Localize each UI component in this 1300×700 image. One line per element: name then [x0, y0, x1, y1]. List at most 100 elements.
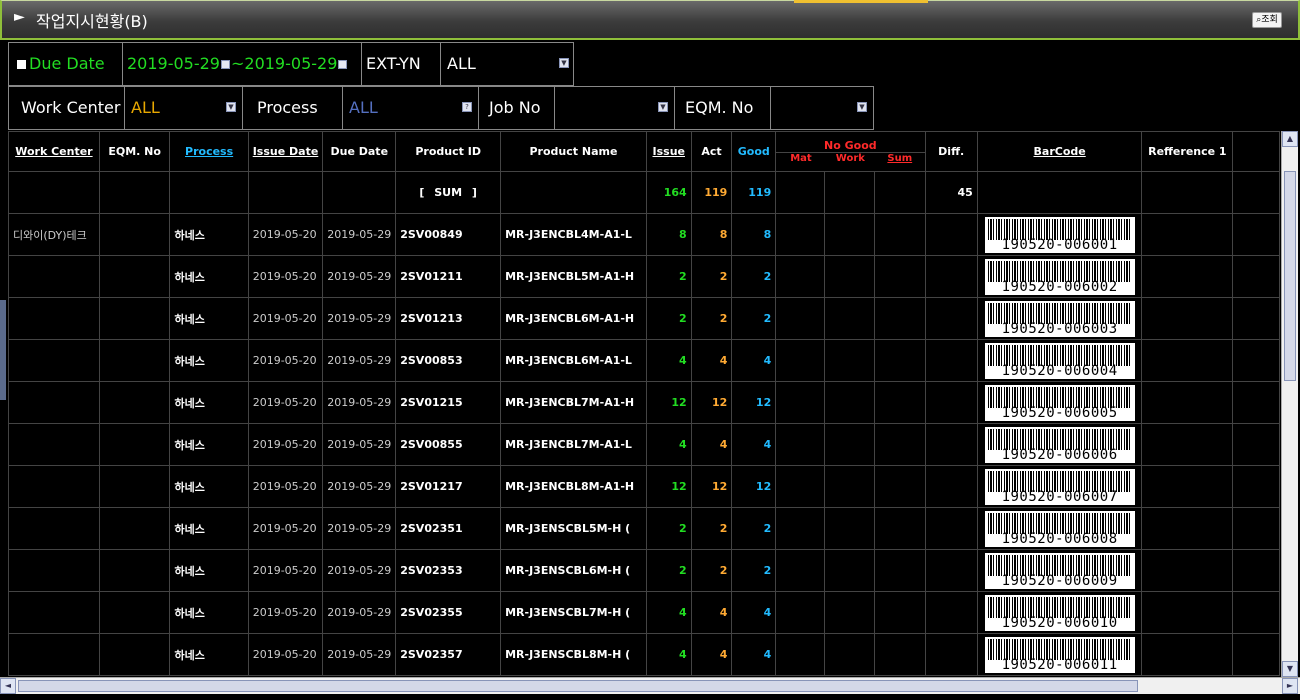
issue-cell: 4 — [645, 633, 692, 676]
due-date-cell: 2019-05-29 — [322, 255, 397, 298]
col-issue-date[interactable]: Issue Date — [247, 131, 324, 172]
table-row[interactable]: 하네스 2019-05-20 2019-05-29 2SV01215 MR-J3ENCB… — [8, 381, 1280, 424]
table-row[interactable]: 하네스 2019-05-20 2019-05-29 2SV01211 MR-J3ENCB… — [8, 255, 1280, 298]
chevron-down-icon[interactable]: ▼ — [857, 102, 867, 112]
issue-cell: 4 — [645, 591, 692, 634]
no-good-sum-cell — [874, 339, 926, 382]
date-to-input[interactable]: 2019-05-29 — [244, 54, 337, 73]
work-center-cell — [8, 465, 100, 508]
date-from-input[interactable]: 2019-05-29 — [127, 54, 220, 73]
reference-cell — [1141, 507, 1234, 550]
barcode-cell: 190520-006005 — [976, 381, 1143, 424]
help-icon[interactable]: ? — [462, 102, 472, 112]
process-select[interactable]: ALL ? — [343, 87, 479, 129]
table-row[interactable]: 하네스 2019-05-20 2019-05-29 2SV01217 MR-J3ENCB… — [8, 465, 1280, 508]
horizontal-scroll-thumb[interactable] — [18, 680, 1138, 692]
eqm-cell — [98, 591, 171, 634]
eqm-cell — [98, 381, 171, 424]
work-center-cell — [8, 339, 100, 382]
filler-cell — [1232, 381, 1280, 424]
job-no-select[interactable]: ▼ — [555, 87, 675, 129]
product-id-cell: 2SV02351 — [395, 507, 502, 550]
vertical-scroll-thumb[interactable] — [1284, 171, 1296, 381]
eqm-no-select[interactable]: ▼ — [771, 87, 873, 129]
good-cell: 8 — [731, 213, 777, 256]
sum-act: 119 — [690, 171, 733, 214]
calendar-icon[interactable] — [220, 60, 230, 69]
eqm-no-label: EQM. No — [675, 87, 771, 129]
product-id-cell: 2SV02357 — [395, 633, 502, 676]
process-cell: 하네스 — [169, 591, 249, 634]
process-cell: 하네스 — [169, 465, 249, 508]
product-name-cell: MR-J3ENSCBL6M-H ( — [500, 549, 647, 592]
table-row[interactable]: 하네스 2019-05-20 2019-05-29 2SV02351 MR-J3ENSC… — [8, 507, 1280, 550]
scroll-down-icon[interactable]: ▼ — [1282, 661, 1298, 677]
sum-label: [ SUM ] — [395, 171, 502, 214]
collapse-arrow-icon[interactable]: ► — [14, 9, 25, 25]
filler-cell — [1232, 507, 1280, 550]
no-good-mat: Mat — [790, 153, 812, 164]
chevron-down-icon[interactable]: ▼ — [559, 58, 569, 68]
product-id-cell: 2SV00849 — [395, 213, 502, 256]
due-date-cell: 2019-05-29 — [322, 549, 397, 592]
side-panel-handle[interactable] — [0, 300, 6, 400]
date-range: 2019-05-29 ~2019-05-29 — [123, 43, 361, 85]
scroll-up-icon[interactable]: ▲ — [1282, 131, 1298, 147]
col-barcode[interactable]: BarCode — [976, 131, 1143, 172]
work-center-select[interactable]: ALL ▼ — [125, 87, 243, 129]
work-center-cell — [8, 507, 100, 550]
due-date-cell: 2019-05-29 — [322, 465, 397, 508]
table-row[interactable]: 디와이(DY)테크 하네스 2019-05-20 2019-05-29 2SV00849… — [8, 213, 1280, 256]
no-good-work-cell — [824, 633, 876, 676]
process-label: Process — [243, 87, 343, 129]
sum-row: [ SUM ] 164 119 119 45 — [8, 171, 1280, 214]
table-row[interactable]: 하네스 2019-05-20 2019-05-29 2SV00855 MR-J3ENCB… — [8, 423, 1280, 466]
product-id-cell: 2SV02355 — [395, 591, 502, 634]
due-date-toggle[interactable]: Due Date — [9, 43, 123, 85]
no-good-sum-cell — [874, 465, 926, 508]
no-good-mat-cell — [775, 423, 826, 466]
barcode-image: 190520-006010 — [983, 593, 1136, 632]
barcode-cell: 190520-006008 — [976, 507, 1143, 550]
table-row[interactable]: 하네스 2019-05-20 2019-05-29 2SV02353 MR-J3ENSC… — [8, 549, 1280, 592]
no-good-work-cell — [824, 423, 876, 466]
table-row[interactable]: 하네스 2019-05-20 2019-05-29 2SV02357 MR-J3ENSC… — [8, 633, 1280, 676]
act-cell: 4 — [690, 423, 733, 466]
scroll-right-icon[interactable]: ► — [1282, 678, 1298, 694]
reference-cell — [1141, 465, 1234, 508]
chevron-down-icon[interactable]: ▼ — [226, 102, 236, 112]
good-cell: 12 — [731, 381, 777, 424]
col-process[interactable]: Process — [169, 131, 249, 172]
barcode-cell: 190520-006011 — [976, 633, 1143, 676]
table-row[interactable]: 하네스 2019-05-20 2019-05-29 2SV01213 MR-J3ENCB… — [8, 297, 1280, 340]
eqm-cell — [98, 213, 171, 256]
filler-cell — [1232, 591, 1280, 634]
no-good-work-cell — [824, 339, 876, 382]
eqm-cell — [98, 255, 171, 298]
due-date-checkbox[interactable] — [17, 60, 26, 69]
due-date-cell: 2019-05-29 — [322, 213, 397, 256]
vertical-scrollbar[interactable]: ▲ ▼ — [1281, 131, 1298, 677]
due-date-cell: 2019-05-29 — [322, 591, 397, 634]
col-eqm-no: EQM. No — [98, 131, 171, 172]
col-filler — [1232, 131, 1280, 172]
eqm-cell — [98, 507, 171, 550]
horizontal-scrollbar[interactable]: ◄ ► — [0, 677, 1300, 694]
table-row[interactable]: 하네스 2019-05-20 2019-05-29 2SV02355 MR-J3ENSC… — [8, 591, 1280, 634]
eqm-cell — [98, 549, 171, 592]
search-button[interactable]: ⌕조회 — [1252, 12, 1282, 28]
no-good-sum-cell — [874, 507, 926, 550]
col-issue[interactable]: Issue — [645, 131, 692, 172]
act-cell: 2 — [690, 507, 733, 550]
due-date-cell: 2019-05-29 — [322, 423, 397, 466]
col-work-center[interactable]: Work Center — [8, 131, 100, 172]
no-good-sum[interactable]: Sum — [875, 153, 924, 164]
work-center-label: Work Center — [9, 87, 125, 129]
barcode-text: 190520-006001 — [1001, 236, 1118, 253]
ext-yn-select[interactable]: ALL ▼ — [441, 43, 573, 85]
calendar-icon[interactable] — [338, 60, 348, 69]
reference-cell — [1141, 549, 1234, 592]
table-row[interactable]: 하네스 2019-05-20 2019-05-29 2SV00853 MR-J3ENCB… — [8, 339, 1280, 382]
chevron-down-icon[interactable]: ▼ — [658, 102, 668, 112]
scroll-left-icon[interactable]: ◄ — [0, 678, 16, 694]
